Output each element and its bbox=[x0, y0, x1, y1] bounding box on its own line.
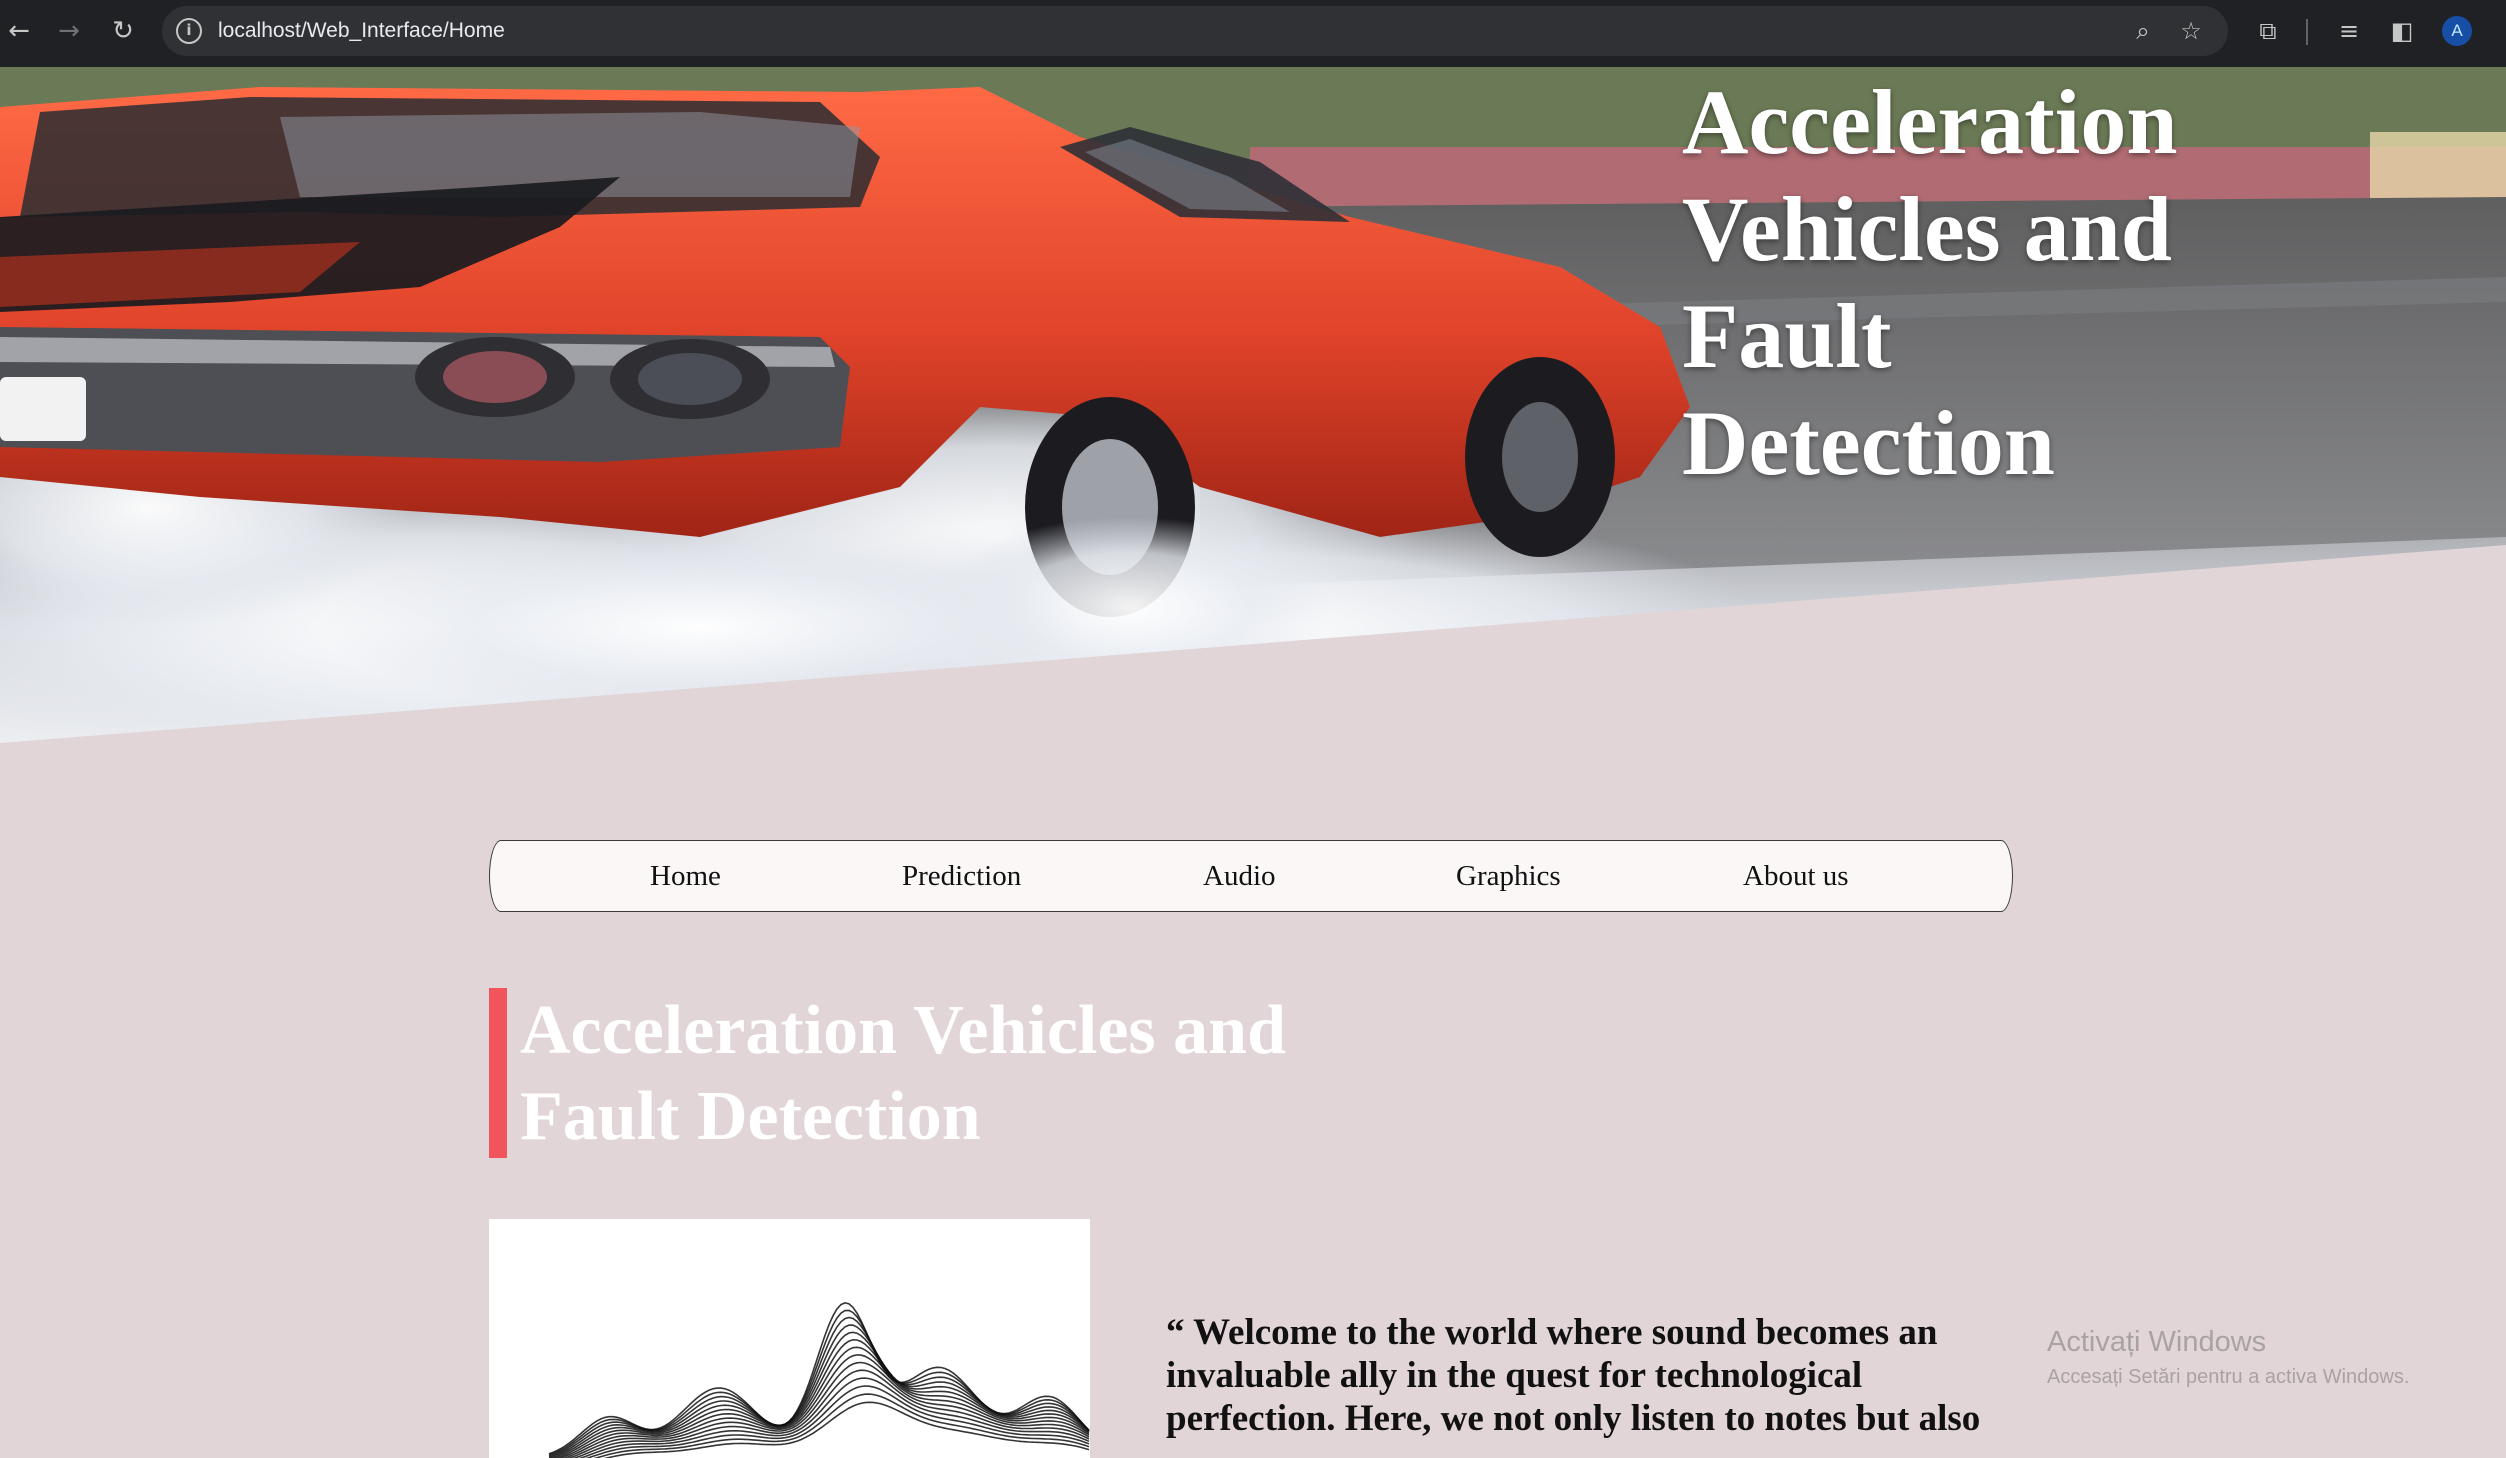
extensions-icon[interactable]: ⧉ bbox=[2251, 14, 2285, 48]
forward-icon[interactable]: → bbox=[52, 14, 86, 48]
section-title: Acceleration Vehicles and Fault Detectio… bbox=[520, 992, 1287, 1155]
site-info-icon[interactable]: i bbox=[176, 18, 202, 44]
windows-activation-subtitle: Accesați Setări pentru a activa Windows. bbox=[2047, 1366, 2410, 1388]
intro-quote: “ Welcome to the world where sound becom… bbox=[1166, 1312, 1981, 1439]
sound-wave-image bbox=[489, 1219, 1090, 1458]
toolbar-divider bbox=[2306, 19, 2308, 45]
browser-toolbar: ← → ↻ i localhost/Web_Interface/Home ⌕ ☆… bbox=[0, 0, 2506, 67]
windows-activation-title: Activați Windows bbox=[2047, 1326, 2267, 1358]
main-nav: Home Prediction Audio Graphics About us bbox=[489, 840, 2013, 912]
side-panel-icon[interactable]: ◧ bbox=[2385, 14, 2419, 48]
nav-graphics[interactable]: Graphics bbox=[1456, 859, 1561, 893]
hero-title: Acceleration Vehicles and Fault Detectio… bbox=[1682, 71, 2178, 494]
sound-wave-graphic bbox=[548, 1302, 1090, 1458]
nav-audio[interactable]: Audio bbox=[1203, 859, 1276, 893]
media-control-icon[interactable]: ≡ bbox=[2332, 14, 2366, 48]
nav-prediction[interactable]: Prediction bbox=[902, 859, 1021, 893]
profile-avatar[interactable]: A bbox=[2442, 16, 2472, 46]
nav-home[interactable]: Home bbox=[650, 859, 721, 893]
bookmark-star-icon[interactable]: ☆ bbox=[2174, 14, 2208, 48]
nav-about-us[interactable]: About us bbox=[1743, 859, 1849, 893]
reload-icon[interactable]: ↻ bbox=[106, 14, 140, 48]
heading-accent-bar bbox=[489, 988, 507, 1158]
address-bar[interactable]: i localhost/Web_Interface/Home ⌕ ☆ bbox=[162, 6, 2228, 56]
back-icon[interactable]: ← bbox=[2, 14, 36, 48]
zoom-icon[interactable]: ⌕ bbox=[2126, 14, 2160, 48]
url-text[interactable]: localhost/Web_Interface/Home bbox=[218, 17, 505, 45]
hero-banner: Acceleration Vehicles and Fault Detectio… bbox=[0, 67, 2506, 743]
